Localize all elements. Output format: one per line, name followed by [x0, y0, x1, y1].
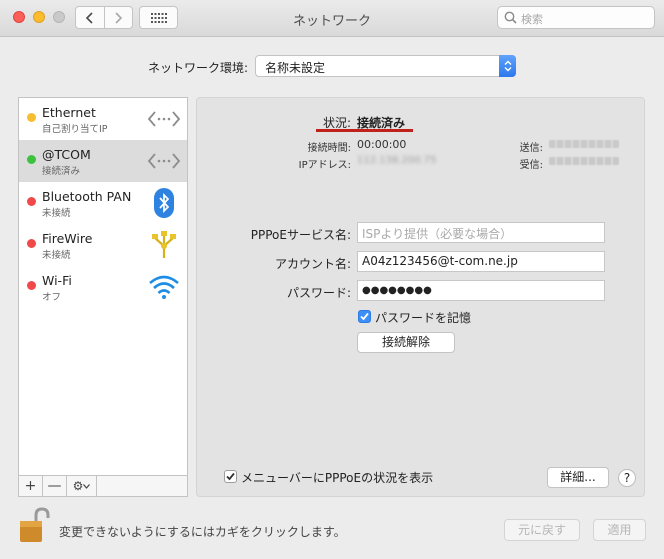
password-label: パスワード: [286, 286, 351, 300]
advanced-button[interactable]: 詳細... [547, 467, 609, 488]
pppoe-service-label: PPPoEサービス名: [250, 228, 351, 242]
select-arrows-icon [499, 55, 516, 77]
service-item-wifi[interactable]: Wi-Fi オフ [19, 266, 187, 308]
sent-label: 送信: [519, 143, 543, 154]
received-meter [549, 157, 619, 165]
lock-hint-text: 変更できないようにするにはカギをクリックします。 [59, 525, 346, 539]
lock-button[interactable] [16, 506, 52, 544]
remember-password-checkbox[interactable] [358, 310, 371, 323]
detail-panel: 状況: 接続済み 接続時間: 00:00:00 IPアドレス: 112.138.… [196, 97, 645, 497]
sent-meter [549, 140, 619, 148]
service-status: 未接続 [42, 250, 71, 261]
show-menu-checkbox[interactable] [224, 470, 237, 483]
location-label: ネットワーク環境: [148, 61, 249, 75]
help-button[interactable]: ? [618, 469, 636, 487]
location-select[interactable]: 名称未設定 [255, 55, 516, 77]
list-toolbar: + — ⚙ [19, 475, 187, 496]
remember-password-label: パスワードを記憶 [375, 311, 472, 325]
service-name: Wi-Fi [42, 273, 72, 288]
service-list: Ethernet 自己割り当てIP @TCOM 接続済み Bluetooth P… [18, 97, 188, 497]
show-menu-label: メニューバーにPPPoEの状況を表示 [241, 471, 434, 485]
add-service-button[interactable]: + [19, 476, 43, 496]
footer-bar: 変更できないようにするにはカギをクリックします。 元に戻す 適用 [0, 503, 664, 559]
status-dot-red [27, 281, 36, 290]
disconnect-button[interactable]: 接続解除 [357, 332, 455, 353]
status-dot-green [27, 155, 36, 164]
firewire-icon [147, 231, 181, 259]
remove-service-button[interactable]: — [43, 476, 67, 496]
title-bar: ネットワーク 検索 [0, 0, 664, 37]
status-dot-red [27, 239, 36, 248]
checkmark-icon [360, 312, 369, 321]
chevron-down-icon [83, 483, 91, 489]
service-name: @TCOM [42, 147, 91, 162]
service-item-tcom[interactable]: @TCOM 接続済み [19, 140, 187, 182]
received-label: 受信: [519, 160, 543, 171]
bluetooth-icon [147, 188, 181, 218]
service-status: 接続済み [42, 166, 81, 177]
apply-button[interactable]: 適用 [593, 519, 646, 541]
service-status: オフ [42, 292, 62, 303]
account-field[interactable]: A04z123456@t-com.ne.jp [357, 251, 605, 272]
ethernet-arrows-icon [147, 105, 181, 133]
ip-address-value: 112.138.200.75 [357, 155, 437, 166]
service-status: 未接続 [42, 208, 71, 219]
search-placeholder: 検索 [521, 13, 543, 26]
revert-button[interactable]: 元に戻す [504, 519, 580, 541]
unlocked-padlock-icon [20, 507, 50, 542]
connect-time-value: 00:00:00 [357, 138, 407, 151]
location-value: 名称未設定 [265, 61, 326, 75]
service-item-ethernet[interactable]: Ethernet 自己割り当てIP [19, 98, 187, 140]
pppoe-service-field[interactable]: ISPより提供（必要な場合） [357, 222, 605, 243]
service-item-firewire[interactable]: FireWire 未接続 [19, 224, 187, 266]
ethernet-arrows-icon [147, 147, 181, 175]
status-dot-red [27, 197, 36, 206]
status-dot-yellow [27, 113, 36, 122]
connect-time-label: 接続時間: [307, 143, 351, 154]
search-icon [504, 11, 517, 24]
ip-address-label: IPアドレス: [298, 160, 351, 171]
service-status: 自己割り当てIP [42, 124, 108, 135]
password-field[interactable]: ●●●●●●●● [357, 280, 605, 301]
status-underline [316, 129, 413, 132]
wifi-icon [147, 273, 181, 301]
checkmark-icon [226, 472, 235, 481]
service-name: Bluetooth PAN [42, 189, 132, 204]
service-name: FireWire [42, 231, 93, 246]
service-name: Ethernet [42, 105, 96, 120]
account-label: アカウント名: [274, 257, 351, 271]
service-item-bluetooth-pan[interactable]: Bluetooth PAN 未接続 [19, 182, 187, 224]
gear-icon: ⚙ [72, 479, 84, 493]
search-field[interactable]: 検索 [497, 6, 655, 29]
gear-menu-button[interactable]: ⚙ [67, 476, 97, 496]
